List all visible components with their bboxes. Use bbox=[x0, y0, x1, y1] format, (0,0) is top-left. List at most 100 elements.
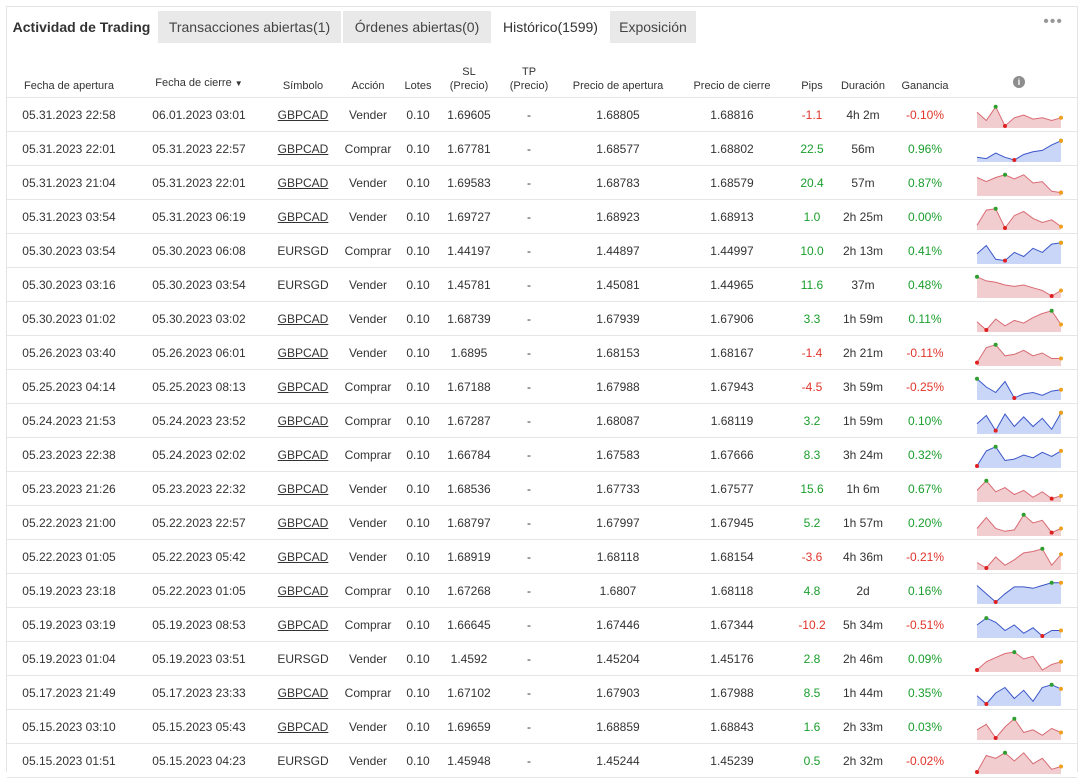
trade-sparkline[interactable] bbox=[975, 612, 1063, 638]
cell-sparkline[interactable] bbox=[961, 165, 1077, 200]
cell-sparkline[interactable] bbox=[961, 675, 1077, 710]
trade-sparkline[interactable] bbox=[975, 510, 1063, 536]
table-row[interactable]: 05.30.2023 03:16 05.30.2023 03:54 EURSGD Ve… bbox=[7, 267, 1077, 302]
cell-symbol[interactable]: GBPCAD bbox=[267, 539, 339, 574]
tab-open-transactions[interactable]: Transacciones abiertas(1) bbox=[158, 11, 342, 43]
table-row[interactable]: 05.19.2023 01:04 05.19.2023 03:51 EURSGD Ve… bbox=[7, 641, 1077, 676]
col-profit[interactable]: Ganancia bbox=[889, 51, 961, 98]
table-row[interactable]: 05.24.2023 21:53 05.24.2023 23:52 GBPCAD Co… bbox=[7, 403, 1077, 438]
table-row[interactable]: 05.22.2023 21:00 05.22.2023 22:57 GBPCAD Ve… bbox=[7, 505, 1077, 540]
cell-symbol[interactable]: GBPCAD bbox=[267, 131, 339, 166]
cell-sparkline[interactable] bbox=[961, 369, 1077, 404]
trade-sparkline[interactable] bbox=[975, 714, 1063, 740]
cell-sparkline[interactable] bbox=[961, 539, 1077, 574]
cell-symbol[interactable]: GBPCAD bbox=[267, 165, 339, 200]
info-icon[interactable]: i bbox=[1013, 76, 1025, 88]
cell-symbol[interactable]: GBPCAD bbox=[267, 97, 339, 132]
col-close-price[interactable]: Precio de cierre bbox=[677, 51, 787, 98]
col-lots[interactable]: Lotes bbox=[397, 51, 439, 98]
cell-sparkline[interactable] bbox=[961, 505, 1077, 540]
symbol-link[interactable]: GBPCAD bbox=[278, 584, 329, 598]
symbol-link[interactable]: GBPCAD bbox=[278, 448, 329, 462]
col-open-price[interactable]: Precio de apertura bbox=[559, 51, 677, 98]
symbol-link[interactable]: GBPCAD bbox=[278, 108, 329, 122]
cell-sparkline[interactable] bbox=[961, 573, 1077, 608]
symbol-link[interactable]: GBPCAD bbox=[278, 414, 329, 428]
cell-sparkline[interactable] bbox=[961, 301, 1077, 336]
cell-sparkline[interactable] bbox=[961, 743, 1077, 778]
cell-symbol[interactable]: GBPCAD bbox=[267, 675, 339, 710]
trade-sparkline[interactable] bbox=[975, 476, 1063, 502]
table-row[interactable]: 05.23.2023 22:38 05.24.2023 02:02 GBPCAD Co… bbox=[7, 437, 1077, 472]
cell-symbol[interactable]: GBPCAD bbox=[267, 199, 339, 234]
trade-sparkline[interactable] bbox=[975, 748, 1063, 774]
cell-sparkline[interactable] bbox=[961, 641, 1077, 676]
col-symbol[interactable]: Símbolo bbox=[267, 51, 339, 98]
table-row[interactable]: 05.31.2023 03:54 05.31.2023 06:19 GBPCAD Ve… bbox=[7, 199, 1077, 234]
cell-symbol[interactable]: GBPCAD bbox=[267, 301, 339, 336]
symbol-link[interactable]: GBPCAD bbox=[278, 516, 329, 530]
symbol-link[interactable]: GBPCAD bbox=[278, 210, 329, 224]
col-pips[interactable]: Pips bbox=[787, 51, 837, 98]
symbol-link[interactable]: GBPCAD bbox=[278, 312, 329, 326]
cell-symbol[interactable]: GBPCAD bbox=[267, 573, 339, 608]
cell-symbol[interactable]: GBPCAD bbox=[267, 505, 339, 540]
trade-sparkline[interactable] bbox=[975, 680, 1063, 706]
cell-sparkline[interactable] bbox=[961, 233, 1077, 268]
cell-sparkline[interactable] bbox=[961, 471, 1077, 506]
more-options-icon[interactable]: ••• bbox=[1043, 13, 1063, 31]
cell-sparkline[interactable] bbox=[961, 437, 1077, 472]
trade-sparkline[interactable] bbox=[975, 204, 1063, 230]
table-row[interactable]: 05.31.2023 22:01 05.31.2023 22:57 GBPCAD Co… bbox=[7, 131, 1077, 166]
trade-sparkline[interactable] bbox=[975, 102, 1063, 128]
cell-symbol[interactable]: GBPCAD bbox=[267, 471, 339, 506]
table-row[interactable]: 05.19.2023 23:18 05.22.2023 01:05 GBPCAD Co… bbox=[7, 573, 1077, 608]
col-action[interactable]: Acción bbox=[339, 51, 397, 98]
symbol-link[interactable]: GBPCAD bbox=[278, 346, 329, 360]
table-row[interactable]: 05.17.2023 21:49 05.17.2023 23:33 GBPCAD Co… bbox=[7, 675, 1077, 710]
symbol-link[interactable]: GBPCAD bbox=[278, 380, 329, 394]
cell-sparkline[interactable] bbox=[961, 335, 1077, 370]
col-duration[interactable]: Duración bbox=[837, 51, 889, 98]
trade-sparkline[interactable] bbox=[975, 238, 1063, 264]
cell-sparkline[interactable] bbox=[961, 97, 1077, 132]
trade-sparkline[interactable] bbox=[975, 374, 1063, 400]
table-row[interactable]: 05.22.2023 01:05 05.22.2023 05:42 GBPCAD Ve… bbox=[7, 539, 1077, 574]
table-row[interactable]: 05.30.2023 03:54 05.30.2023 06:08 EURSGD Co… bbox=[7, 233, 1077, 268]
cell-symbol[interactable]: GBPCAD bbox=[267, 607, 339, 642]
cell-symbol[interactable]: GBPCAD bbox=[267, 335, 339, 370]
cell-sparkline[interactable] bbox=[961, 709, 1077, 744]
table-row[interactable]: 05.23.2023 21:26 05.23.2023 22:32 GBPCAD Ve… bbox=[7, 471, 1077, 506]
symbol-link[interactable]: GBPCAD bbox=[278, 176, 329, 190]
col-sl[interactable]: SL (Precio) bbox=[439, 51, 499, 98]
symbol-link[interactable]: GBPCAD bbox=[278, 550, 329, 564]
symbol-link[interactable]: GBPCAD bbox=[278, 686, 329, 700]
table-row[interactable]: 05.30.2023 01:02 05.30.2023 03:02 GBPCAD Ve… bbox=[7, 301, 1077, 336]
table-row[interactable]: 05.31.2023 22:58 06.01.2023 03:01 GBPCAD Ve… bbox=[7, 97, 1077, 132]
trade-sparkline[interactable] bbox=[975, 340, 1063, 366]
cell-symbol[interactable]: GBPCAD bbox=[267, 369, 339, 404]
trade-sparkline[interactable] bbox=[975, 408, 1063, 434]
trade-sparkline[interactable] bbox=[975, 272, 1063, 298]
trade-sparkline[interactable] bbox=[975, 646, 1063, 672]
cell-sparkline[interactable] bbox=[961, 199, 1077, 234]
trade-sparkline[interactable] bbox=[975, 306, 1063, 332]
table-row[interactable]: 05.15.2023 01:51 05.15.2023 04:23 EURSGD Ve… bbox=[7, 743, 1077, 778]
table-row[interactable]: 05.26.2023 03:40 05.26.2023 06:01 GBPCAD Ve… bbox=[7, 335, 1077, 370]
tab-history[interactable]: Histórico(1599) bbox=[493, 11, 609, 43]
table-row[interactable]: 05.15.2023 03:10 05.15.2023 05:43 GBPCAD Ve… bbox=[7, 709, 1077, 744]
cell-symbol[interactable]: GBPCAD bbox=[267, 709, 339, 744]
tab-open-orders[interactable]: Órdenes abiertas(0) bbox=[343, 11, 492, 43]
trade-sparkline[interactable] bbox=[975, 136, 1063, 162]
tab-exposure[interactable]: Exposición bbox=[610, 11, 697, 43]
cell-symbol[interactable]: GBPCAD bbox=[267, 403, 339, 438]
cell-sparkline[interactable] bbox=[961, 403, 1077, 438]
symbol-link[interactable]: GBPCAD bbox=[278, 720, 329, 734]
trade-sparkline[interactable] bbox=[975, 578, 1063, 604]
symbol-link[interactable]: GBPCAD bbox=[278, 482, 329, 496]
symbol-link[interactable]: GBPCAD bbox=[278, 142, 329, 156]
cell-sparkline[interactable] bbox=[961, 607, 1077, 642]
table-row[interactable]: 05.25.2023 04:14 05.25.2023 08:13 GBPCAD Co… bbox=[7, 369, 1077, 404]
table-row[interactable]: 05.19.2023 03:19 05.19.2023 08:53 GBPCAD Co… bbox=[7, 607, 1077, 642]
col-tp[interactable]: TP (Precio) bbox=[499, 51, 559, 98]
